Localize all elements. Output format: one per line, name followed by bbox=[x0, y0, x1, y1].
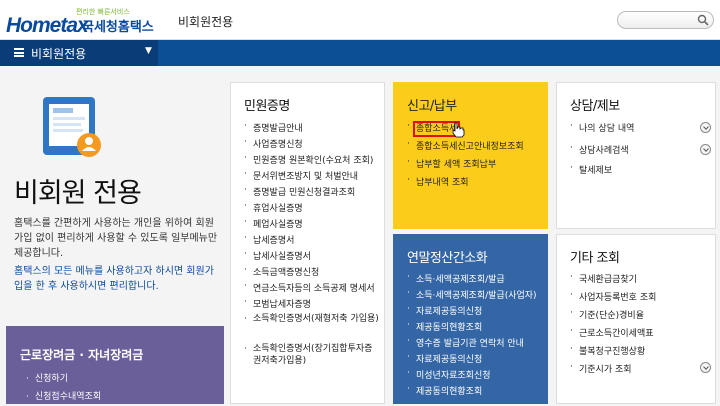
civil-link[interactable]: 모범납세자증명 bbox=[244, 297, 379, 313]
worker-incentive-title: 근로장려금 · 자녀장려금 bbox=[20, 348, 144, 362]
filing-payment-card: 신고/납부 종합소득세 종합소득세신고안내정보조회 납부할 세액 조회납부 납부… bbox=[393, 82, 548, 229]
search-icon[interactable] bbox=[697, 14, 709, 26]
document-user-icon bbox=[43, 97, 101, 157]
member-signup-link[interactable]: 홈택스의 모든 메뉴를 사용하고자 하시면 회원가입을 한 후 사용하시면 편리… bbox=[14, 264, 222, 294]
consult-report-card: 상담/제보 나의 상담 내역 상담사례검색 탈세제보 bbox=[556, 82, 716, 229]
expand-circle-icon[interactable] bbox=[700, 144, 711, 155]
etc-link[interactable]: 사업자등록번호 조회 bbox=[570, 290, 656, 308]
nav-menu-toggle[interactable]: 비회원전용 ▼ bbox=[0, 40, 158, 66]
civil-link[interactable]: 증명발급 민원신청결과조회 bbox=[244, 185, 379, 201]
filing-payment-title: 신고/납부 bbox=[407, 99, 457, 114]
civil-link[interactable]: 민원증명 원본확인(수요처 조회) bbox=[244, 153, 379, 169]
civil-link[interactable]: 증명발급안내 bbox=[244, 121, 379, 137]
civil-link[interactable]: 문서위변조방지 및 처벌안내 bbox=[244, 169, 379, 185]
yearend-link[interactable]: 소득·세액공제조회/발급 bbox=[407, 272, 537, 288]
etc-link[interactable]: 근로소득간이세액표 bbox=[570, 326, 656, 344]
yearend-link[interactable]: 제공동의현황조회 bbox=[407, 320, 537, 336]
consult-link[interactable]: 상담사례검색 bbox=[570, 143, 710, 163]
civil-link[interactable]: 납세증명서 bbox=[244, 233, 379, 249]
civil-certificate-title: 민원증명 bbox=[244, 99, 290, 114]
yearend-link[interactable]: 소득·세액공제조회/발급(사업자) bbox=[407, 288, 537, 304]
civil-link[interactable]: 사업증명신청 bbox=[244, 137, 379, 153]
logo-wordmark: Hometax bbox=[6, 14, 89, 37]
yearend-link[interactable]: 자료제공동의신청 bbox=[407, 352, 537, 368]
filing-link[interactable]: 납부할 세액 조회납부 bbox=[407, 157, 524, 175]
consult-report-title: 상담/제보 bbox=[570, 99, 620, 114]
civil-link[interactable]: 소득확인증명서(재형저축 가입용) bbox=[244, 313, 379, 343]
civil-link[interactable]: 휴업사실증명 bbox=[244, 201, 379, 217]
top-header: Hometax 편리한 빠른서비스 국세청홈택스 비회원전용 bbox=[0, 0, 720, 40]
civil-link[interactable]: 소득확인증명서(장기집합투자증권저축가입용) bbox=[244, 343, 379, 373]
hero-title: 비회원 전용 bbox=[14, 178, 142, 209]
hamburger-icon bbox=[14, 48, 24, 57]
etc-link[interactable]: 기준시가 조회 bbox=[570, 362, 656, 380]
filing-link[interactable]: 납부내역 조회 bbox=[407, 175, 524, 193]
worker-incentive-card: 근로장려금 · 자녀장려금 신청하기 신청접수내역조회 bbox=[6, 326, 224, 404]
yearend-link[interactable]: 제공동의현황조회 bbox=[407, 384, 537, 400]
nav-menu-label: 비회원전용 bbox=[31, 47, 87, 61]
caret-down-icon: ▼ bbox=[145, 46, 152, 56]
worker-link-history[interactable]: 신청접수내역조회 bbox=[26, 388, 101, 406]
etc-link[interactable]: 기준(단순)경비율 bbox=[570, 308, 656, 326]
filing-link[interactable]: 종합소득세신고안내정보조회 bbox=[407, 139, 524, 157]
consult-link[interactable]: 나의 상담 내역 bbox=[570, 121, 710, 143]
hand-cursor-icon bbox=[452, 122, 465, 138]
yearend-settlement-title: 연말정산간소화 bbox=[407, 251, 488, 266]
filing-link-income-tax[interactable]: 종합소득세 bbox=[407, 121, 524, 139]
expand-circle-icon[interactable] bbox=[700, 362, 711, 373]
worker-link-apply[interactable]: 신청하기 bbox=[26, 370, 101, 388]
main-nav-bar: 비회원전용 ▼ bbox=[0, 40, 720, 66]
search-input[interactable] bbox=[617, 11, 714, 29]
civil-link[interactable]: 폐업사실증명 bbox=[244, 217, 379, 233]
civil-link[interactable]: 소득금액증명신청 bbox=[244, 265, 379, 281]
civil-link[interactable]: 연금소득자등의 소득공제 명세서 bbox=[244, 281, 379, 297]
yearend-settlement-card: 연말정산간소화 소득·세액공제조회/발급 소득·세액공제조회/발급(사업자) 자… bbox=[393, 234, 548, 404]
logo-org-name: 국세청홈택스 bbox=[82, 20, 154, 35]
yearend-link[interactable]: 미성년자료조회신청 bbox=[407, 368, 537, 384]
yearend-link[interactable]: 자료제공동의신청 bbox=[407, 304, 537, 320]
other-inquiry-card: 기타 조회 국세환급금찾기 사업자등록번호 조회 기준(단순)경비율 근로소득간… bbox=[556, 234, 716, 404]
expand-circle-icon[interactable] bbox=[700, 122, 711, 133]
etc-link[interactable]: 불복청구진행상황 bbox=[570, 344, 656, 362]
consult-link[interactable]: 탈세제보 bbox=[570, 163, 710, 181]
other-inquiry-title: 기타 조회 bbox=[570, 251, 620, 266]
page-heading: 비회원전용 bbox=[178, 15, 234, 29]
yearend-link[interactable]: 영수증 발급기관 연락처 안내 bbox=[407, 336, 537, 352]
civil-link[interactable]: 납세사실증명서 bbox=[244, 249, 379, 265]
hero-description: 홈택스를 간편하게 사용하는 개인을 위하여 회원가입 없이 편리하게 사용할 … bbox=[14, 218, 218, 259]
civil-certificate-card: 민원증명 증명발급안내 사업증명신청 민원증명 원본확인(수요처 조회) 문서위… bbox=[230, 82, 385, 404]
etc-link[interactable]: 국세환급금찾기 bbox=[570, 272, 656, 290]
